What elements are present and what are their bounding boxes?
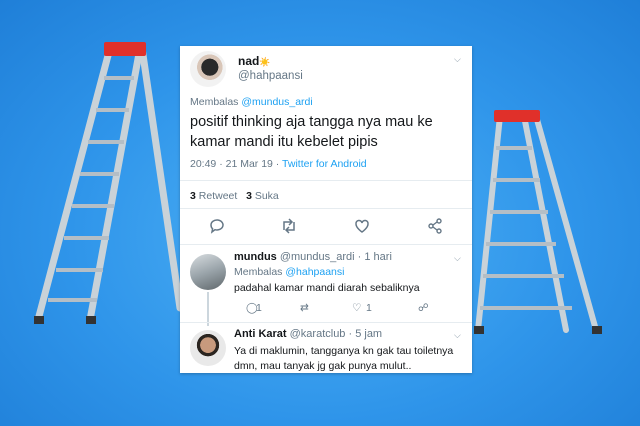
avatar[interactable] (190, 51, 226, 87)
retweet-count[interactable]: 3 (190, 190, 196, 202)
divider (180, 180, 472, 181)
user-handle[interactable]: @hahpaansi (238, 70, 303, 82)
reply-context: Membalas @mundus_ardi (190, 96, 313, 108)
avatar[interactable] (190, 330, 226, 366)
retweet-label[interactable]: Retweet (199, 190, 238, 202)
tweet-stats: 3 Retweet 3 Suka (190, 190, 279, 202)
retweet-icon[interactable]: ⇄ (300, 302, 309, 314)
tweet-actions (180, 216, 472, 236)
reply-to-link[interactable]: @hahpaansi (285, 266, 344, 278)
retweet-icon[interactable] (279, 216, 299, 236)
tweet-meta: 20:49 · 21 Mar 19 · Twitter for Android (190, 158, 367, 170)
reply-header: Anti Karat @karatclub · 5 jam (234, 328, 382, 340)
avatar[interactable] (190, 254, 226, 290)
reply-user-name[interactable]: mundus (234, 251, 277, 263)
reply-header: mundus @mundus_ardi · 1 hari (234, 251, 392, 263)
thread-line (207, 292, 209, 326)
divider (180, 208, 472, 209)
reply-text: padahal kamar mandi diarah sebaliknya (234, 282, 420, 294)
share-icon[interactable]: ☍ (418, 302, 429, 314)
divider (180, 244, 472, 245)
reply-context: Membalas @hahpaansi (234, 266, 345, 278)
chevron-down-icon[interactable]: ⌵ (454, 54, 461, 65)
timestamp: 20:49 · 21 Mar 19 · (190, 158, 283, 170)
tweet-text: positif thinking aja tangga nya mau ke k… (190, 114, 433, 150)
reply-user-handle[interactable]: @karatclub · 5 jam (290, 328, 382, 340)
like-icon[interactable]: ♡ (352, 302, 361, 314)
like-count: 1 (366, 302, 372, 314)
ladder-left-illustration (34, 42, 184, 324)
chevron-down-icon[interactable]: ⌵ (454, 330, 461, 341)
like-label[interactable]: Suka (255, 190, 279, 202)
reply-actions: ◯ 1 ⇄ ♡ 1 ☍ (234, 302, 464, 316)
chevron-down-icon[interactable]: ⌵ (454, 253, 461, 264)
reply-count: 1 (256, 302, 262, 314)
reply-user-handle[interactable]: @mundus_ardi · 1 hari (280, 251, 392, 263)
tweet-card: nad☀️ @hahpaansi ⌵ Membalas @mundus_ardi… (180, 46, 472, 373)
like-icon[interactable] (352, 216, 372, 236)
reply-icon[interactable] (207, 216, 227, 236)
reply-to-link[interactable]: @mundus_ardi (241, 96, 312, 108)
user-name[interactable]: nad☀️ (238, 54, 271, 68)
like-count[interactable]: 3 (246, 190, 252, 202)
sun-emoji: ☀️ (259, 57, 271, 67)
reply-user-name[interactable]: Anti Karat (234, 328, 287, 340)
source-link[interactable]: Twitter for Android (282, 158, 367, 170)
share-icon[interactable] (425, 216, 445, 236)
reply-text: Ya di maklumin, tangganya kn gak tau toi… (234, 345, 454, 372)
ladder-right-illustration (474, 110, 602, 334)
divider (180, 322, 472, 323)
